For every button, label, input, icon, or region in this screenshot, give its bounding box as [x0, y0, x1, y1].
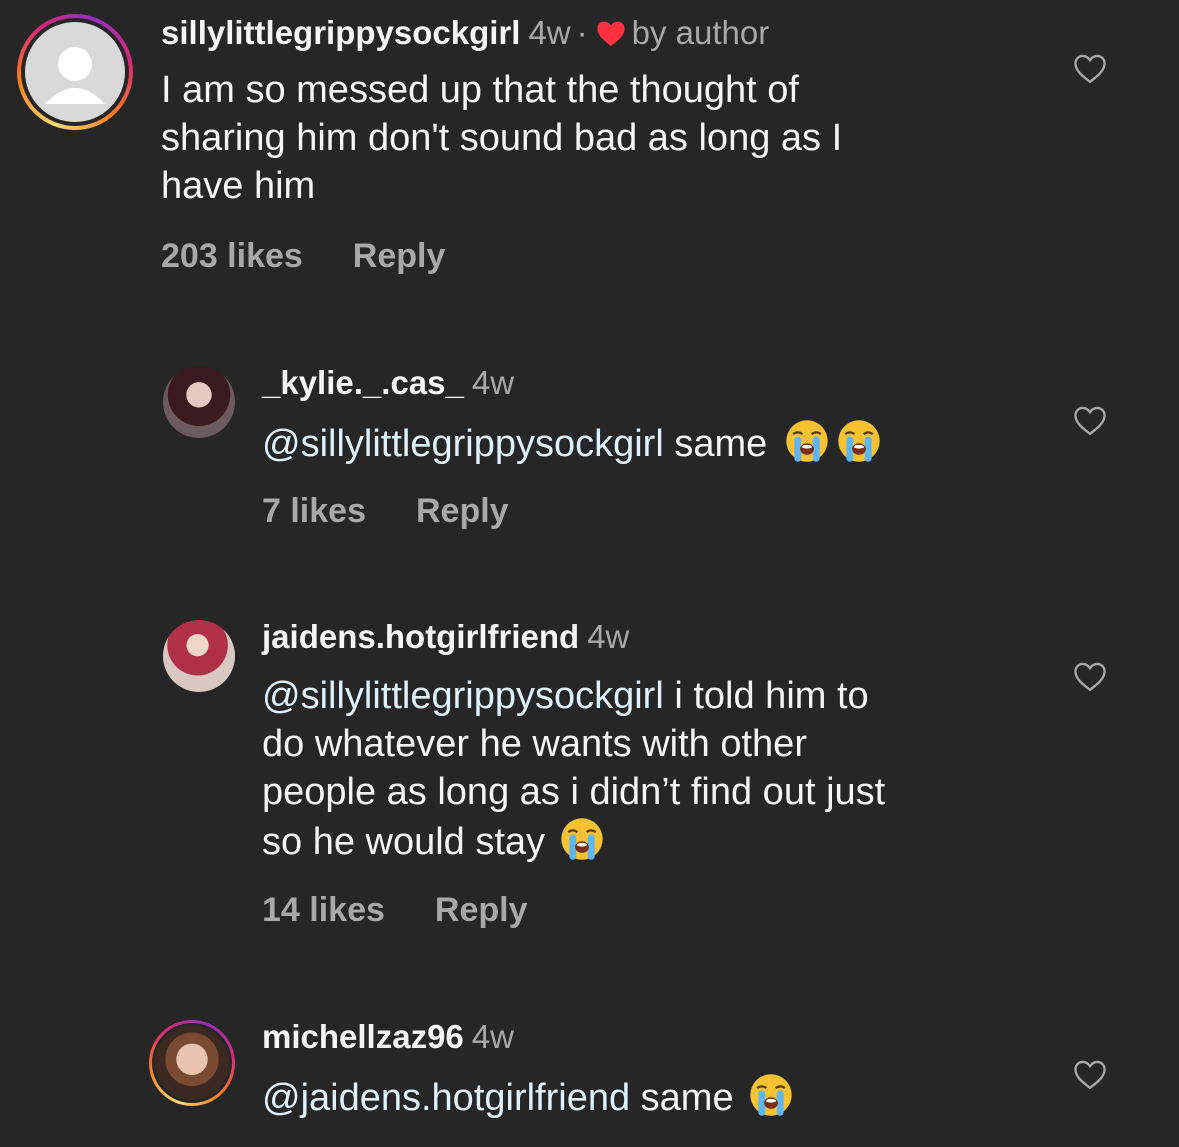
avatar-story-ring[interactable]: [17, 14, 133, 130]
reply-button[interactable]: Reply: [435, 891, 528, 929]
username[interactable]: _kylie._.cas_: [262, 364, 464, 401]
avatar[interactable]: [163, 366, 235, 438]
comment-text-line: so he would stay: [262, 816, 885, 866]
timestamp: 4w: [528, 14, 571, 51]
username[interactable]: michellzaz96: [262, 1018, 464, 1055]
liked-by-author-label: by author: [631, 14, 770, 51]
heart-outline-icon[interactable]: [1072, 52, 1108, 84]
loudly-crying-face-emoji: [559, 816, 605, 862]
comment-text-line: I am so messed up that the thought of: [161, 69, 799, 111]
default-user-icon: [45, 47, 105, 104]
comment-actions: 14 likes Reply: [262, 891, 527, 930]
comment-text: I am so messed up that the thought of sh…: [161, 66, 842, 210]
comment-text-line: @sillylittlegrippysockgirl i told him to: [262, 672, 885, 720]
reply-button[interactable]: Reply: [416, 492, 509, 530]
comment-header: michellzaz96 4w: [262, 1018, 514, 1056]
reply-button[interactable]: Reply: [353, 237, 446, 275]
timestamp: 4w: [587, 618, 630, 655]
avatar-story-ring[interactable]: [149, 1020, 235, 1106]
username[interactable]: jaidens.hotgirlfriend: [262, 618, 579, 655]
comment-actions: 7 likes Reply: [262, 492, 509, 531]
avatar: [25, 22, 125, 122]
like-count[interactable]: 14 likes: [262, 891, 385, 929]
timestamp: 4w: [471, 1018, 514, 1055]
like-count[interactable]: 7 likes: [262, 492, 366, 530]
mention-link[interactable]: @sillylittlegrippysockgirl: [262, 423, 664, 465]
mention-link[interactable]: @jaidens.hotgirlfriend: [262, 1077, 630, 1119]
separator-dot: ·: [576, 14, 588, 51]
avatar[interactable]: [163, 620, 235, 692]
comment-text-span: i told him to: [674, 675, 869, 717]
comment-text: @sillylittlegrippysockgirl i told him to…: [262, 672, 885, 866]
comment-header: jaidens.hotgirlfriend 4w: [262, 618, 629, 656]
comment-text: @jaidens.hotgirlfriend same: [262, 1072, 794, 1122]
comment-text-span: so he would stay: [262, 821, 546, 863]
comment-text: @sillylittlegrippysockgirl same: [262, 418, 882, 468]
timestamp: 4w: [471, 364, 515, 401]
comment-text-line: sharing him don't sound bad as long as I: [161, 117, 843, 159]
username[interactable]: sillylittlegrippysockgirl: [161, 14, 520, 51]
loudly-crying-face-emoji: [784, 418, 830, 464]
comment-text-span: same: [640, 1077, 734, 1119]
comment-header: _kylie._.cas_ 4w: [262, 364, 514, 402]
comment-text-line: do whatever he wants with other: [262, 723, 807, 765]
heart-outline-icon[interactable]: [1072, 1058, 1108, 1090]
comment-actions: 203 likes Reply: [161, 237, 445, 276]
comment-text-line: people as long as i didn’t find out just: [262, 771, 886, 813]
comment-text-line: have him: [161, 165, 316, 207]
loudly-crying-face-emoji: [836, 418, 882, 464]
mention-link[interactable]: @sillylittlegrippysockgirl: [262, 675, 664, 717]
comment-text-span: same: [674, 423, 768, 465]
comment-header: sillylittlegrippysockgirl 4w · by author: [161, 14, 769, 52]
like-count[interactable]: 203 likes: [161, 237, 303, 275]
heart-outline-icon[interactable]: [1072, 660, 1108, 692]
avatar: [155, 1026, 229, 1100]
heart-filled-icon: [597, 21, 625, 46]
heart-outline-icon[interactable]: [1072, 404, 1108, 436]
loudly-crying-face-emoji: [748, 1072, 794, 1118]
